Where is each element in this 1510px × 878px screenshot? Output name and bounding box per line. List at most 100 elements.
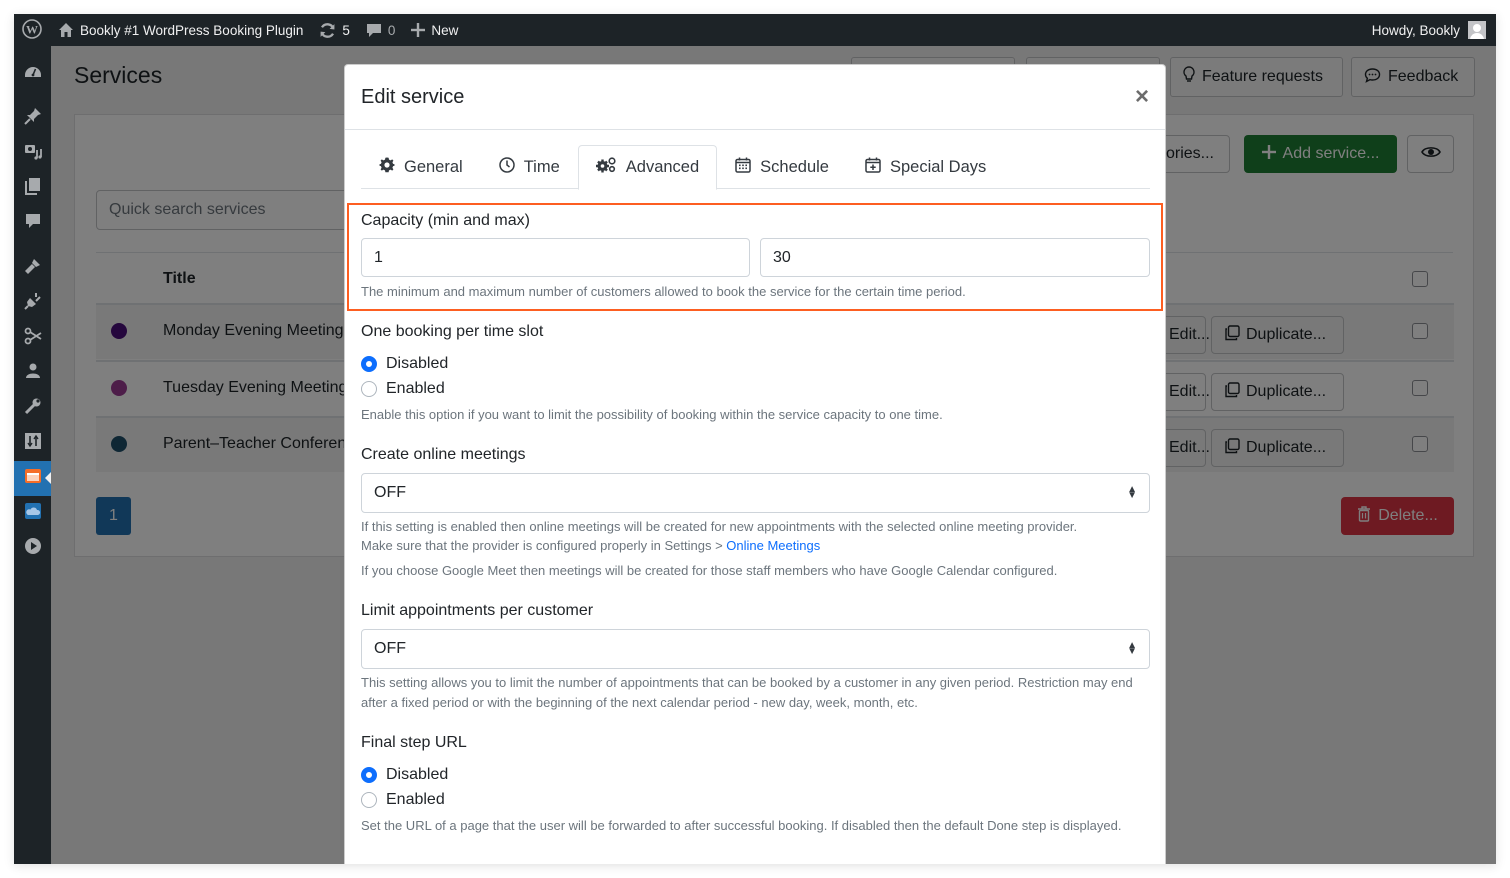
sidebar-item-media[interactable] (14, 136, 51, 171)
bookly-calendar-icon (24, 467, 42, 490)
updates-link[interactable]: 5 (311, 14, 358, 46)
sidebar-item-cloud[interactable] (14, 496, 51, 531)
modal-tabs: General Time Advanced Schedule Special D… (361, 145, 1150, 190)
sidebar-item-plugins[interactable] (14, 286, 51, 321)
scissors-icon (24, 327, 42, 350)
capacity-label: Capacity (min and max) (361, 212, 530, 229)
my-account-link[interactable]: Howdy, Bookly (1372, 21, 1496, 39)
online-meetings-label: Create online meetings (361, 446, 526, 463)
cloud-icon (24, 502, 42, 525)
gears-icon (595, 157, 617, 178)
sidebar-item-scissors[interactable] (14, 321, 51, 356)
tab-general[interactable]: General (361, 145, 481, 189)
sidebar-item-pages[interactable] (14, 171, 51, 206)
final-step-url-help: Set the URL of a page that the user will… (361, 818, 1122, 833)
sidebar-item-settings[interactable] (14, 426, 51, 461)
capacity-min-input[interactable]: 1 (361, 238, 750, 277)
limit-appointments-select[interactable]: OFF ▲ ▼ (361, 629, 1150, 669)
limit-appointments-help: This setting allows you to limit the num… (361, 675, 1133, 710)
close-icon[interactable]: × (1135, 85, 1149, 109)
online-meetings-select[interactable]: OFF ▲ ▼ (361, 473, 1150, 513)
radio-label: Enabled (386, 791, 445, 808)
sidebar-item-dashboard[interactable] (14, 56, 51, 91)
sidebar-item-tools[interactable] (14, 391, 51, 426)
edit-service-modal: Edit service × General Time Advanced Sch… (344, 64, 1166, 864)
wordpress-logo-button[interactable]: W (14, 14, 50, 46)
wordpress-logo-icon: W (22, 18, 42, 42)
capacity-min-value: 1 (374, 248, 383, 266)
one-booking-help: Enable this option if you want to limit … (361, 407, 943, 422)
online-meetings-help-2-text: Make sure that the provider is configure… (361, 538, 727, 553)
new-content-link[interactable]: New (403, 14, 466, 46)
radio-label: Disabled (386, 355, 449, 372)
select-caret-icon: ▲ ▼ (1127, 484, 1137, 501)
comments-icon (24, 212, 42, 235)
calendar-icon (735, 157, 751, 178)
sidebar-item-media-player[interactable] (14, 531, 51, 566)
one-booking-label: One booking per time slot (361, 323, 544, 340)
gear-icon (379, 157, 395, 178)
play-icon (24, 537, 42, 560)
limit-appointments-value: OFF (374, 640, 406, 657)
tab-special-days[interactable]: Special Days (847, 145, 1004, 189)
final-step-disabled-radio[interactable]: Disabled (361, 766, 448, 784)
users-icon (24, 362, 42, 385)
comments-count: 0 (387, 22, 396, 38)
appearance-icon (24, 257, 42, 280)
tab-time-label: Time (523, 157, 560, 176)
sidebar-item-bookly[interactable] (14, 461, 51, 496)
sidebar-item-users[interactable] (14, 356, 51, 391)
radio-unchecked-icon (361, 792, 377, 808)
online-meetings-value: OFF (374, 484, 406, 501)
calendar-plus-icon (865, 157, 881, 178)
select-caret-icon: ▲ ▼ (1127, 640, 1137, 657)
sidebar-item-appearance[interactable] (14, 251, 51, 286)
svg-text:W: W (26, 22, 38, 36)
capacity-help: The minimum and maximum number of custom… (361, 284, 966, 299)
capacity-max-input[interactable]: 30 (760, 238, 1150, 277)
site-name-link[interactable]: Bookly #1 WordPress Booking Plugin (50, 14, 311, 46)
site-name: Bookly #1 WordPress Booking Plugin (80, 22, 304, 38)
admin-bar: W Bookly #1 WordPress Booking Plugin 5 0 (14, 14, 1496, 46)
radio-checked-icon (361, 767, 377, 783)
radio-label: Disabled (386, 766, 449, 783)
dashboard-icon (24, 62, 42, 85)
online-meetings-help-2: Make sure that the provider is configure… (361, 536, 1150, 556)
online-meetings-help-1: If this setting is enabled then online m… (361, 519, 1078, 534)
comments-link[interactable]: 0 (358, 14, 404, 46)
tab-time[interactable]: Time (481, 145, 578, 189)
final-step-enabled-radio[interactable]: Enabled (361, 791, 445, 809)
limit-appointments-label: Limit appointments per customer (361, 602, 594, 619)
tab-general-label: General (404, 157, 463, 176)
capacity-max-value: 30 (773, 248, 791, 266)
screenshot-frame: W Bookly #1 WordPress Booking Plugin 5 0 (14, 14, 1496, 864)
tab-special-days-label: Special Days (889, 157, 987, 176)
plugins-icon (23, 292, 42, 315)
home-icon (58, 22, 74, 38)
radio-label: Enabled (386, 380, 445, 397)
pages-icon (24, 177, 42, 200)
sidebar-item-comments[interactable] (14, 206, 51, 241)
one-booking-enabled-radio[interactable]: Enabled (361, 380, 445, 398)
one-booking-disabled-radio[interactable]: Disabled (361, 355, 448, 373)
modal-title: Edit service (361, 85, 465, 108)
online-meetings-settings-link[interactable]: Online Meetings (726, 538, 820, 553)
online-meetings-help-3: If you choose Google Meet then meetings … (361, 563, 1058, 578)
tab-advanced-label: Advanced (625, 158, 700, 176)
plus-icon (411, 23, 426, 37)
media-icon (24, 142, 42, 165)
radio-checked-icon (361, 356, 377, 372)
pin-icon (23, 107, 42, 130)
updates-count: 5 (342, 22, 350, 38)
tab-schedule-label: Schedule (760, 157, 829, 176)
tab-advanced[interactable]: Advanced (577, 145, 718, 190)
tools-icon (24, 397, 42, 420)
tab-schedule[interactable]: Schedule (717, 145, 847, 189)
updates-icon (319, 22, 336, 39)
howdy-greeting: Howdy, Bookly (1371, 22, 1460, 38)
comment-icon (366, 22, 382, 38)
avatar (1468, 21, 1486, 39)
final-step-url-label: Final step URL (361, 734, 467, 751)
sidebar-item-posts[interactable] (14, 101, 51, 136)
settings-icon (24, 432, 42, 455)
